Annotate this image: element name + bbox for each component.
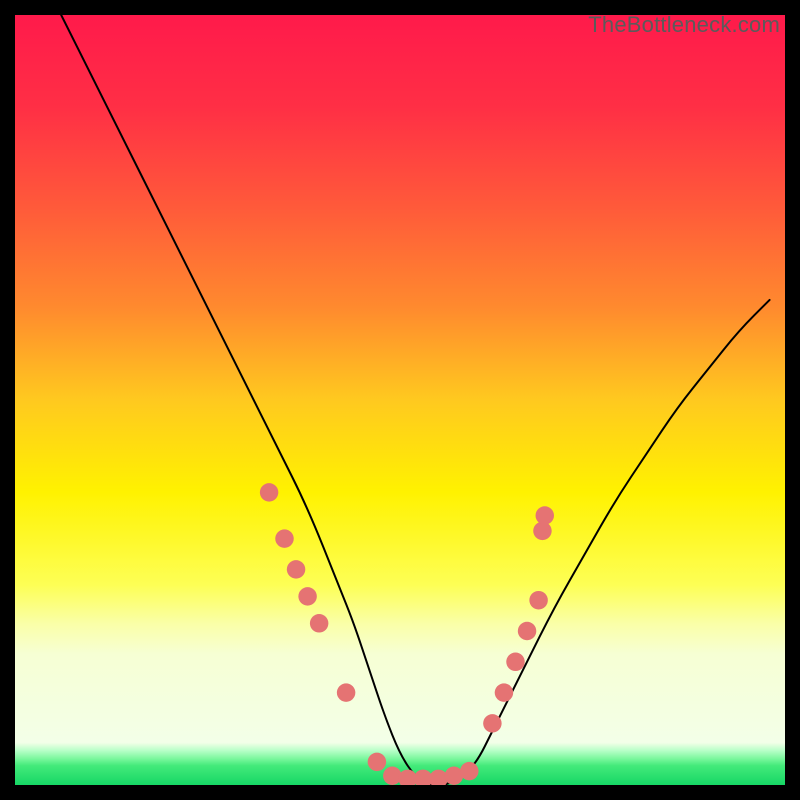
data-marker: [495, 683, 513, 701]
data-marker: [536, 506, 554, 524]
data-marker: [518, 622, 536, 640]
data-marker: [287, 560, 305, 578]
data-marker: [368, 753, 386, 771]
chart-background: [15, 15, 785, 785]
data-marker: [460, 762, 478, 780]
data-marker: [275, 529, 293, 547]
data-marker: [337, 683, 355, 701]
data-marker: [310, 614, 328, 632]
bottleneck-chart: [15, 15, 785, 785]
data-marker: [529, 591, 547, 609]
data-marker: [383, 767, 401, 785]
data-marker: [483, 714, 501, 732]
chart-container: TheBottleneck.com: [0, 0, 800, 800]
data-marker: [298, 587, 316, 605]
data-marker: [260, 483, 278, 501]
data-marker: [506, 653, 524, 671]
watermark-text: TheBottleneck.com: [588, 12, 780, 38]
